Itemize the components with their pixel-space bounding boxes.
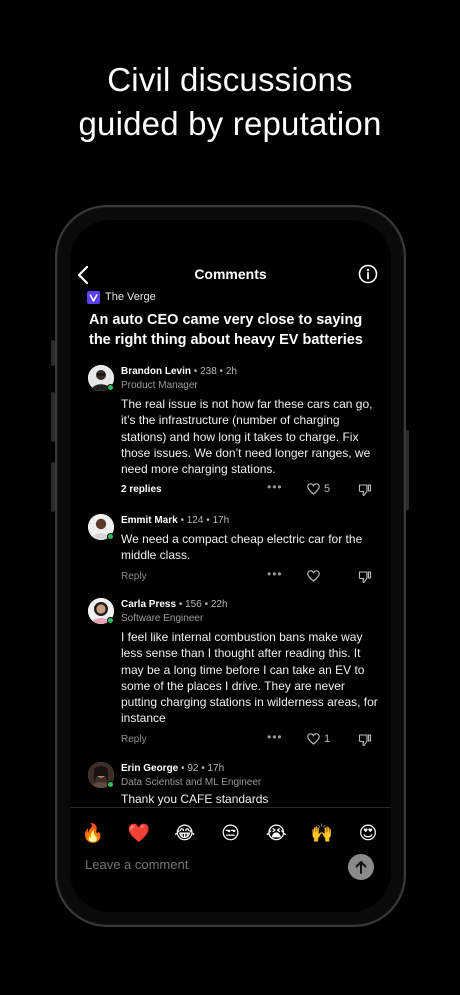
joy-emoji-reaction[interactable]: 😂 [173,823,197,844]
reply-button[interactable]: Reply [121,734,147,745]
meta-separator: • [201,599,211,610]
sob-emoji-reaction[interactable]: 😭 [264,823,288,844]
article-source[interactable]: The Verge [87,290,156,304]
more-options-icon[interactable]: ••• [267,567,283,581]
like-count: 5 [324,483,331,496]
heart-eyes-emoji-reaction[interactable]: 😍 [356,823,380,844]
like-button[interactable]: 5 [307,483,330,495]
online-indicator [107,384,114,391]
phone-screen: Comments The Verge An auto CEO came very… [70,220,391,912]
more-options-icon[interactable]: ••• [267,730,283,744]
reply-button[interactable]: Reply [121,571,147,582]
heart-icon [307,569,320,582]
comment-text: Thank you CAFE standards [121,792,269,806]
comment-text: The real issue is not how far these cars… [121,397,373,477]
arrow-up-icon [355,861,367,874]
comment-input[interactable] [85,857,335,872]
send-button[interactable] [348,854,374,880]
comment-author[interactable]: Brandon Levin [121,366,191,377]
comment-time: 17h [212,515,230,526]
divider [70,807,391,808]
navigation-bar: Comments [70,264,391,286]
author-role: Product Manager [121,380,198,391]
marketing-headline: Civil discussions guided by reputation [0,58,460,146]
unamused-emoji-reaction[interactable]: 😒 [218,823,242,844]
article-source-name: The Verge [105,291,156,303]
fire-emoji-reaction[interactable]: 🔥 [81,823,105,844]
author-role: Software Engineer [121,613,204,624]
comment-text: I feel like internal combustion bans mak… [121,630,378,726]
reputation-score: 92 [187,763,199,774]
meta-separator: • [178,763,188,774]
info-circle-icon[interactable] [358,264,378,284]
like-button[interactable]: 1 [307,733,330,745]
comment-author[interactable]: Carla Press [121,599,176,610]
meta-separator: • [203,515,213,526]
comment-time: 22h [210,599,228,610]
comment-actions: 2 replies ••• 5 [121,480,378,499]
raised-hands-emoji-reaction[interactable]: 🙌 [310,823,334,844]
like-button[interactable] [307,569,324,582]
reputation-score: 156 [185,599,202,610]
meta-separator: • [176,599,186,610]
more-options-icon[interactable]: ••• [267,480,283,494]
meta-separator: • [216,366,226,377]
online-indicator [107,617,114,624]
heart-icon [307,483,320,496]
article-title[interactable]: An auto CEO came very close to saying th… [89,310,381,350]
headline-line-1: Civil discussions [107,61,353,98]
comment-meta: Erin George • 92 • 17h [121,762,378,776]
author-role: Data Scientist and ML Engineer [121,777,262,788]
comment-author[interactable]: Erin George [121,763,178,774]
reputation-score: 238 [200,366,217,377]
reputation-score: 124 [186,515,204,526]
comment-author[interactable]: Emmit Mark [121,515,178,526]
meta-separator: • [177,515,187,526]
thumbs-down-icon[interactable] [358,483,372,497]
comment-meta: Emmit Mark • 124 • 17h [121,514,378,528]
thumbs-down-icon[interactable] [358,733,372,747]
comment-actions: Reply ••• 1 [121,730,378,749]
page-title: Comments [194,266,267,282]
comment-meta: Brandon Levin • 238 • 2h [121,365,378,379]
online-indicator [107,781,114,788]
comment-time: 17h [207,763,225,774]
heart-emoji-reaction[interactable]: ❤️ [127,823,151,844]
comment-text: We need a compact cheap electric car for… [121,532,363,563]
comment-meta: Carla Press • 156 • 22h [121,598,378,612]
reaction-bar: 🔥 ❤️ 😂 😒 😭 🙌 😍 [70,818,391,848]
comment-time: 2h [225,366,237,377]
thumbs-down-icon[interactable] [358,570,372,584]
replies-link[interactable]: 2 replies [121,484,162,495]
the-verge-logo-icon [87,290,100,304]
meta-separator: • [198,763,208,774]
headline-line-2: guided by reputation [78,105,382,142]
online-indicator [107,533,114,540]
meta-separator: • [191,366,201,377]
heart-icon [307,732,320,745]
like-count: 1 [324,732,331,745]
comment-actions: Reply ••• [121,567,378,586]
